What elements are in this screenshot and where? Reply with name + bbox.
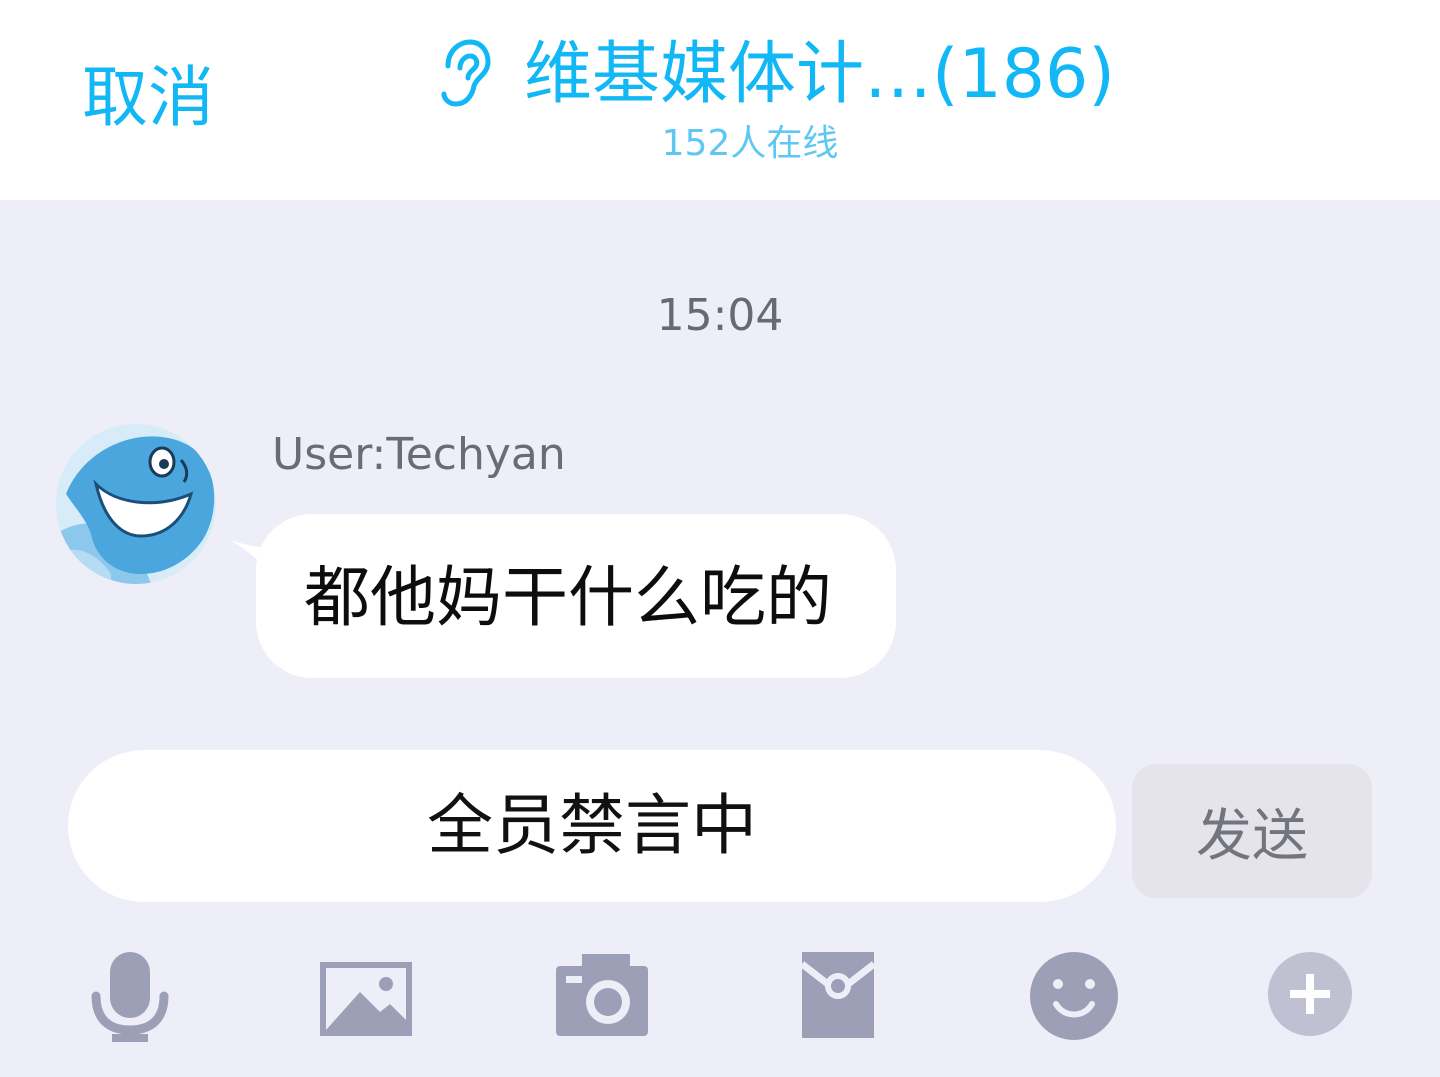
plus-icon[interactable] [1260, 948, 1360, 1048]
sender-name: User:Techyan [272, 429, 566, 480]
image-icon[interactable] [316, 948, 416, 1048]
camera-icon[interactable] [552, 948, 652, 1048]
title-bar[interactable]: 维基媒体计…(186) [434, 26, 1134, 126]
online-count: 152人在线 [661, 123, 839, 164]
chat-header: 取消 维基媒体计…(186) 152人在线 [0, 0, 1440, 200]
send-button[interactable]: 发送 [1132, 764, 1372, 898]
ear-icon[interactable] [434, 38, 492, 114]
chat-title: 维基媒体计…(186) [524, 35, 1115, 114]
avatar[interactable] [56, 424, 216, 584]
input-status-text: 全员禁言中 [427, 787, 757, 864]
microphone-icon[interactable] [80, 948, 180, 1048]
message-input[interactable]: 全员禁言中 [68, 750, 1116, 902]
emoji-icon[interactable] [1024, 948, 1124, 1048]
message-bubble[interactable]: 都他妈干什么吃的 [256, 514, 896, 678]
dolphin-avatar-icon [56, 424, 216, 584]
red-packet-icon[interactable] [788, 948, 888, 1048]
message-timestamp: 15:04 [656, 290, 784, 341]
message-text: 都他妈干什么吃的 [304, 559, 832, 636]
